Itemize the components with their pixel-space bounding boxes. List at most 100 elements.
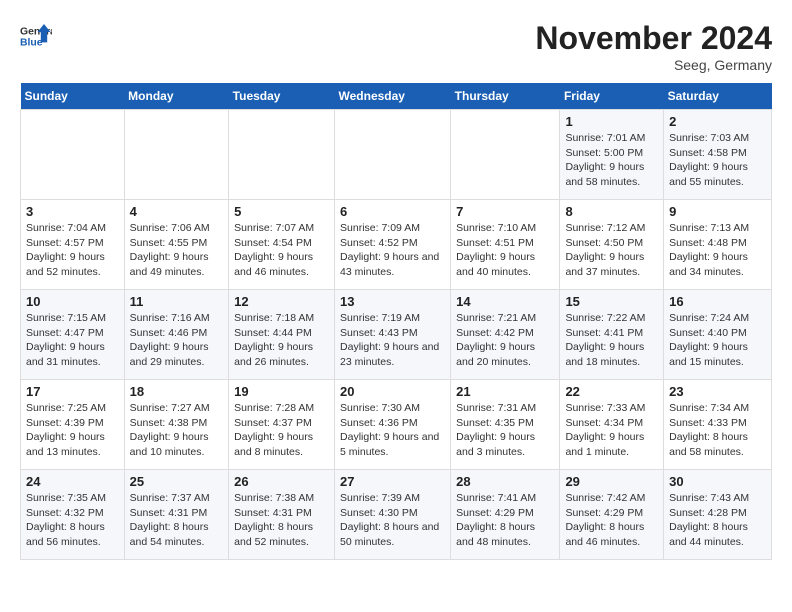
calendar-week-3: 17Sunrise: 7:25 AM Sunset: 4:39 PM Dayli…: [21, 380, 772, 470]
calendar-cell: 23 Sunrise: 7:34 AM Sunset: 4:33 PM Dayli…: [664, 380, 772, 470]
day-info: Sunrise: 7:04 AM Sunset: 4:57 PM Dayligh…: [26, 221, 119, 280]
day-info: Sunrise: 7:09 AM Sunset: 4:52 PM Dayligh…: [340, 221, 445, 280]
calendar-cell: 30Sunrise: 7:43 AM Sunset: 4:28 PM Dayli…: [664, 470, 772, 560]
day-number: 29: [565, 474, 658, 489]
day-info: Sunrise: 7:19 AM Sunset: 4:43 PM Dayligh…: [340, 311, 445, 370]
day-info: Sunrise: 7:42 AM Sunset: 4:29 PM Dayligh…: [565, 491, 658, 550]
calendar-cell: [451, 110, 560, 200]
calendar-cell: 16 Sunrise: 7:24 AM Sunset: 4:40 PM Dayli…: [664, 290, 772, 380]
day-info: Sunrise: 7:35 AM Sunset: 4:32 PM Dayligh…: [26, 491, 119, 550]
header-thursday: Thursday: [451, 83, 560, 110]
day-number: 30: [669, 474, 766, 489]
day-info: Sunrise: 7:13 AM Sunset: 4:48 PM Dayligh…: [669, 221, 766, 280]
calendar-cell: 1 Sunrise: 7:01 AM Sunset: 5:00 PM Daylig…: [560, 110, 664, 200]
calendar-cell: 28 Sunrise: 7:41 AM Sunset: 4:29 PM Dayli…: [451, 470, 560, 560]
calendar-cell: 12 Sunrise: 7:18 AM Sunset: 4:44 PM Dayli…: [229, 290, 335, 380]
day-info: Sunrise: 7:37 AM Sunset: 4:31 PM Dayligh…: [130, 491, 224, 550]
day-number: 1: [565, 114, 658, 129]
day-info: Sunrise: 7:01 AM Sunset: 5:00 PM Dayligh…: [565, 131, 658, 190]
logo-icon: General Blue: [20, 20, 52, 52]
day-number: 3: [26, 204, 119, 219]
day-number: 9: [669, 204, 766, 219]
day-info: Sunrise: 7:18 AM Sunset: 4:44 PM Dayligh…: [234, 311, 329, 370]
day-info: Sunrise: 7:41 AM Sunset: 4:29 PM Dayligh…: [456, 491, 554, 550]
calendar-cell: 22 Sunrise: 7:33 AM Sunset: 4:34 PM Dayli…: [560, 380, 664, 470]
calendar-cell: [124, 110, 229, 200]
day-number: 15: [565, 294, 658, 309]
calendar-cell: 4Sunrise: 7:06 AM Sunset: 4:55 PM Daylig…: [124, 200, 229, 290]
calendar-cell: 13 Sunrise: 7:19 AM Sunset: 4:43 PM Dayli…: [335, 290, 451, 380]
calendar-cell: 6 Sunrise: 7:09 AM Sunset: 4:52 PM Daylig…: [335, 200, 451, 290]
day-info: Sunrise: 7:15 AM Sunset: 4:47 PM Dayligh…: [26, 311, 119, 370]
header-sunday: Sunday: [21, 83, 125, 110]
day-info: Sunrise: 7:24 AM Sunset: 4:40 PM Dayligh…: [669, 311, 766, 370]
header-tuesday: Tuesday: [229, 83, 335, 110]
day-number: 21: [456, 384, 554, 399]
title-block: November 2024 Seeg, Germany: [535, 20, 772, 73]
day-number: 16: [669, 294, 766, 309]
location-subtitle: Seeg, Germany: [535, 57, 772, 73]
calendar-week-1: 3 Sunrise: 7:04 AM Sunset: 4:57 PM Daylig…: [21, 200, 772, 290]
calendar-cell: [335, 110, 451, 200]
day-number: 8: [565, 204, 658, 219]
day-number: 26: [234, 474, 329, 489]
calendar-week-2: 10 Sunrise: 7:15 AM Sunset: 4:47 PM Dayli…: [21, 290, 772, 380]
day-number: 20: [340, 384, 445, 399]
calendar-cell: 7 Sunrise: 7:10 AM Sunset: 4:51 PM Daylig…: [451, 200, 560, 290]
day-info: Sunrise: 7:21 AM Sunset: 4:42 PM Dayligh…: [456, 311, 554, 370]
day-info: Sunrise: 7:10 AM Sunset: 4:51 PM Dayligh…: [456, 221, 554, 280]
day-number: 18: [130, 384, 224, 399]
day-number: 19: [234, 384, 329, 399]
header-saturday: Saturday: [664, 83, 772, 110]
calendar-cell: 17Sunrise: 7:25 AM Sunset: 4:39 PM Dayli…: [21, 380, 125, 470]
day-info: Sunrise: 7:03 AM Sunset: 4:58 PM Dayligh…: [669, 131, 766, 190]
calendar-table: Sunday Monday Tuesday Wednesday Thursday…: [20, 83, 772, 560]
svg-text:Blue: Blue: [20, 38, 43, 49]
calendar-cell: 15 Sunrise: 7:22 AM Sunset: 4:41 PM Dayli…: [560, 290, 664, 380]
day-number: 2: [669, 114, 766, 129]
calendar-cell: 11 Sunrise: 7:16 AM Sunset: 4:46 PM Dayli…: [124, 290, 229, 380]
calendar-cell: 20Sunrise: 7:30 AM Sunset: 4:36 PM Dayli…: [335, 380, 451, 470]
calendar-cell: 18Sunrise: 7:27 AM Sunset: 4:38 PM Dayli…: [124, 380, 229, 470]
day-info: Sunrise: 7:31 AM Sunset: 4:35 PM Dayligh…: [456, 401, 554, 460]
day-number: 12: [234, 294, 329, 309]
day-number: 7: [456, 204, 554, 219]
calendar-body: 1 Sunrise: 7:01 AM Sunset: 5:00 PM Daylig…: [21, 110, 772, 560]
day-info: Sunrise: 7:28 AM Sunset: 4:37 PM Dayligh…: [234, 401, 329, 460]
day-number: 11: [130, 294, 224, 309]
header-friday: Friday: [560, 83, 664, 110]
calendar-cell: 19 Sunrise: 7:28 AM Sunset: 4:37 PM Dayli…: [229, 380, 335, 470]
day-number: 10: [26, 294, 119, 309]
logo: General Blue: [20, 20, 52, 52]
day-info: Sunrise: 7:39 AM Sunset: 4:30 PM Dayligh…: [340, 491, 445, 550]
calendar-week-0: 1 Sunrise: 7:01 AM Sunset: 5:00 PM Daylig…: [21, 110, 772, 200]
day-info: Sunrise: 7:25 AM Sunset: 4:39 PM Dayligh…: [26, 401, 119, 460]
calendar-cell: 26Sunrise: 7:38 AM Sunset: 4:31 PM Dayli…: [229, 470, 335, 560]
day-info: Sunrise: 7:16 AM Sunset: 4:46 PM Dayligh…: [130, 311, 224, 370]
day-info: Sunrise: 7:33 AM Sunset: 4:34 PM Dayligh…: [565, 401, 658, 460]
day-number: 28: [456, 474, 554, 489]
day-number: 22: [565, 384, 658, 399]
header-wednesday: Wednesday: [335, 83, 451, 110]
calendar-header: Sunday Monday Tuesday Wednesday Thursday…: [21, 83, 772, 110]
calendar-cell: 3 Sunrise: 7:04 AM Sunset: 4:57 PM Daylig…: [21, 200, 125, 290]
day-info: Sunrise: 7:22 AM Sunset: 4:41 PM Dayligh…: [565, 311, 658, 370]
month-title: November 2024: [535, 20, 772, 57]
day-number: 27: [340, 474, 445, 489]
day-info: Sunrise: 7:07 AM Sunset: 4:54 PM Dayligh…: [234, 221, 329, 280]
day-number: 4: [130, 204, 224, 219]
day-number: 14: [456, 294, 554, 309]
calendar-cell: 21 Sunrise: 7:31 AM Sunset: 4:35 PM Dayli…: [451, 380, 560, 470]
header-monday: Monday: [124, 83, 229, 110]
calendar-cell: [21, 110, 125, 200]
calendar-cell: 24Sunrise: 7:35 AM Sunset: 4:32 PM Dayli…: [21, 470, 125, 560]
day-number: 5: [234, 204, 329, 219]
calendar-week-4: 24Sunrise: 7:35 AM Sunset: 4:32 PM Dayli…: [21, 470, 772, 560]
page-header: General Blue November 2024 Seeg, Germany: [20, 20, 772, 73]
day-info: Sunrise: 7:34 AM Sunset: 4:33 PM Dayligh…: [669, 401, 766, 460]
day-number: 13: [340, 294, 445, 309]
header-row: Sunday Monday Tuesday Wednesday Thursday…: [21, 83, 772, 110]
day-number: 23: [669, 384, 766, 399]
day-number: 6: [340, 204, 445, 219]
calendar-cell: 29 Sunrise: 7:42 AM Sunset: 4:29 PM Dayli…: [560, 470, 664, 560]
